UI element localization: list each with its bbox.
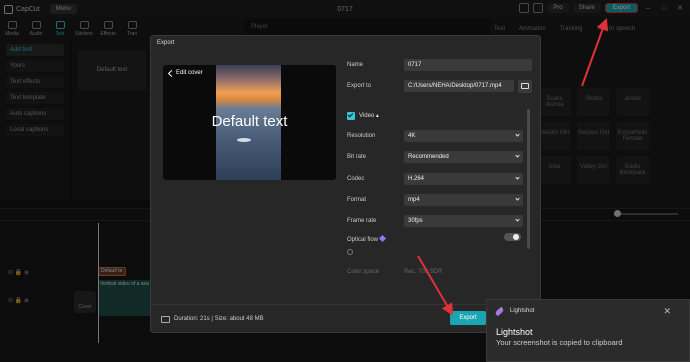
framerate-label: Frame rate <box>347 218 377 224</box>
settings-scrollbar[interactable] <box>527 109 530 249</box>
seal-shape <box>237 138 251 142</box>
format-select[interactable]: mp4 <box>404 194 523 206</box>
chevron-down-icon <box>515 153 520 158</box>
resolution-label: Resolution <box>347 133 376 139</box>
export-button[interactable]: Export <box>450 311 486 325</box>
chevron-down-icon <box>515 132 520 137</box>
pencil-icon <box>167 69 176 77</box>
close-icon[interactable]: ✕ <box>663 306 671 317</box>
browse-folder-button[interactable] <box>518 80 532 93</box>
dialog-footer: Duration: 21s | Size: about 48 MB Export <box>151 304 540 332</box>
color-space-value: Rec. 709 SDR <box>404 269 443 275</box>
chevron-down-icon <box>515 217 520 222</box>
bitrate-select[interactable]: Recommended <box>404 151 523 163</box>
notification-app-name: Lightshot <box>510 308 535 314</box>
notification-message: Your screenshot is copied to clipboard <box>496 338 623 347</box>
dialog-title: Export <box>157 40 175 46</box>
premium-gem-icon <box>378 234 387 243</box>
video-checkbox[interactable] <box>347 112 355 120</box>
optical-flow-label: Optical flow <box>347 234 387 243</box>
lightshot-feather-icon <box>494 306 505 317</box>
export-dialog: Export Default text Edit cover Name 0717… <box>150 35 541 333</box>
folder-icon <box>521 83 529 89</box>
color-space-label: Color space <box>347 269 380 275</box>
preview-caption: Default text <box>211 113 288 130</box>
notification-toast[interactable]: Lightshot ✕ Lightshot Your screenshot is… <box>486 299 690 362</box>
chevron-down-icon <box>515 196 520 201</box>
edit-cover-button[interactable]: Edit cover <box>167 69 203 77</box>
export-to-label: Export to <box>347 83 372 89</box>
info-icon[interactable] <box>347 249 353 255</box>
chevron-down-icon <box>515 175 520 180</box>
name-input[interactable]: 0717 <box>404 59 532 71</box>
framerate-select[interactable]: 30fps <box>404 215 523 227</box>
format-label: Format <box>347 197 367 203</box>
export-path-input[interactable]: C:/Users/NEHA/Desktop/0717.mp4 <box>404 80 514 92</box>
film-icon <box>161 316 170 323</box>
video-section-label[interactable]: Video ▴ <box>359 112 379 119</box>
chevron-up-icon: ▴ <box>375 113 379 119</box>
codec-select[interactable]: H.264 <box>404 173 523 185</box>
resolution-select[interactable]: 4K <box>404 130 523 142</box>
codec-label: Codec <box>347 176 365 182</box>
notification-title: Lightshot <box>496 327 533 337</box>
name-label: Name <box>347 62 364 68</box>
cover-preview: Default text Edit cover <box>163 65 336 180</box>
optical-flow-toggle[interactable] <box>504 233 521 241</box>
export-summary: Duration: 21s | Size: about 48 MB <box>174 316 264 322</box>
bitrate-label: Bit rate <box>347 154 367 160</box>
